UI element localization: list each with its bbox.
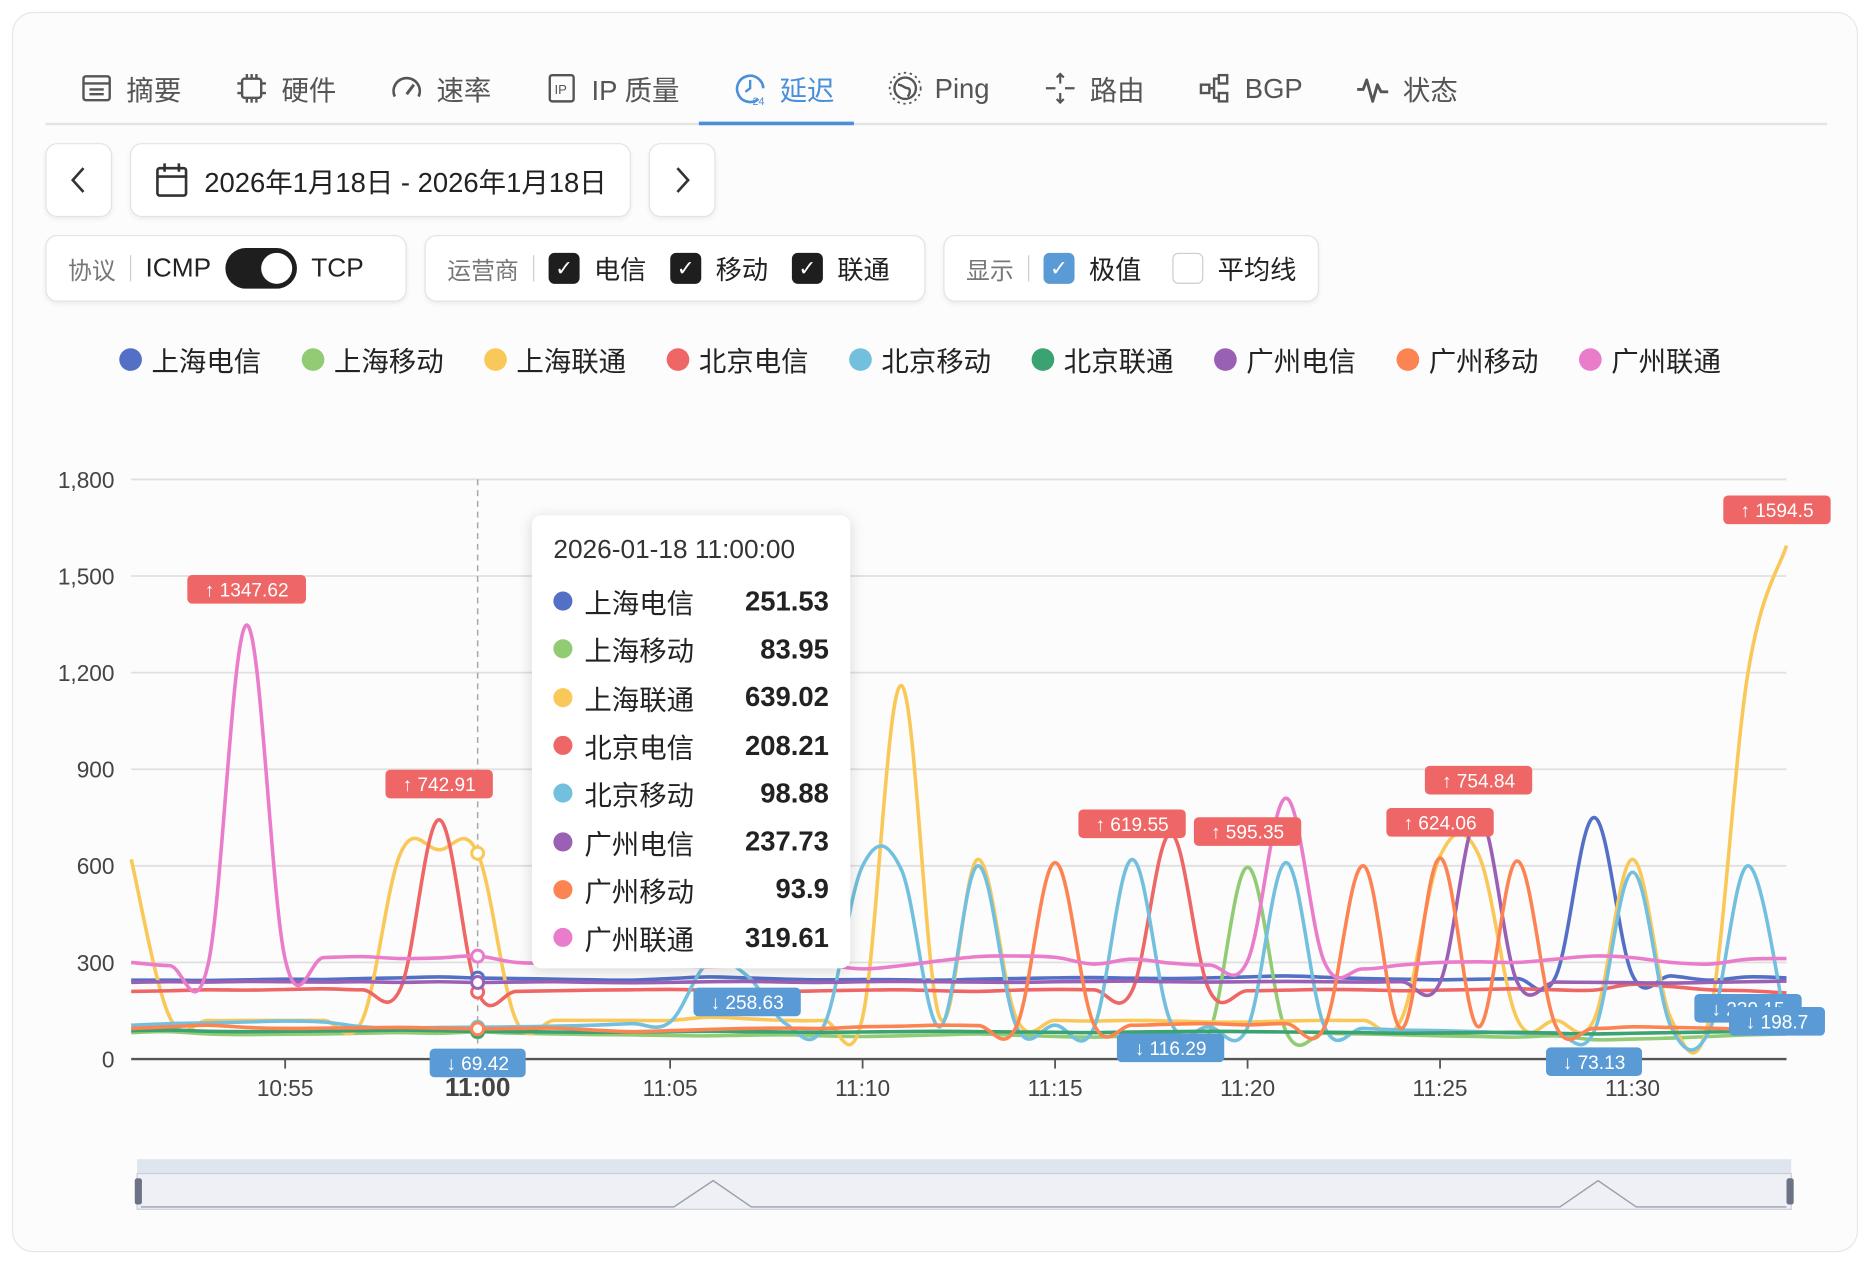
y-tick-label: 1,200 [58,660,115,686]
latency-chart: 03006009001,2001,5001,80010:55 11:00 11:05… [58,467,1831,1210]
x-tick-label: 11:05 [643,1075,698,1101]
min-value-marker: ↓ 258.63 [693,987,801,1017]
y-tick-label: 600 [77,853,115,879]
series-line [131,815,1787,992]
max-value-marker: ↑ 624.06 [1386,807,1494,837]
tooltip-series-value: 208.21 [744,729,829,761]
tooltip-row: 广州移动 93.9 [553,866,829,914]
marker-label: ↑ 619.55 [1095,815,1168,836]
marker-label: ↓ 258.63 [711,993,784,1014]
tooltip-series-name: 上海电信 [584,588,695,620]
datazoom-top-bar [137,1159,1792,1174]
marker-label: ↓ 69.42 [446,1054,509,1075]
chart-tooltip: 2026-01-18 11:00:00 上海电信 251.53 上海移动 83.95 上… [531,515,851,969]
min-value-marker: ↓ 73.13 [1546,1047,1643,1077]
tooltip-series-value: 93.9 [775,873,829,905]
marker-label: ↑ 1594.5 [1740,501,1813,522]
tooltip-title: 2026-01-18 11:00:00 [553,534,796,565]
tooltip-series-name: 广州联通 [584,924,695,956]
y-tick-label: 0 [102,1046,115,1072]
y-tick-label: 300 [77,950,115,976]
series-dot-icon [553,735,573,755]
tooltip-series-value: 83.95 [760,633,829,665]
series-dot-icon [553,831,573,852]
tooltip-series-value: 237.73 [744,825,829,857]
tooltip-series-name: 上海联通 [584,684,695,716]
marker-label: ↓ 116.29 [1135,1039,1207,1060]
tooltip-row: 北京移动 98.88 [553,769,829,817]
tooltip-row: 上海电信 251.53 [553,577,829,625]
series-dot-icon [553,687,573,707]
tooltip-series-name: 广州移动 [584,876,695,908]
tooltip-series-value: 639.02 [744,681,829,713]
datazoom-right-handle[interactable] [1786,1178,1794,1205]
tooltip-series-name: 上海移动 [584,636,695,668]
hover-point [470,975,486,990]
hover-point [470,1021,486,1037]
tooltip-series-value: 319.61 [744,921,829,953]
tooltip-row: 上海移动 83.95 [553,625,829,673]
marker-label: ↑ 742.91 [403,775,476,796]
series-dot-icon [553,639,573,659]
x-tick-label: 11:15 [1028,1075,1083,1101]
x-tick-label: 11:10 [835,1075,890,1101]
y-tick-label: 1,500 [58,563,115,589]
max-value-marker: ↑ 619.55 [1078,809,1186,839]
marker-label: ↓ 198.7 [1746,1012,1809,1033]
x-tick-label: 11:30 [1605,1075,1660,1101]
marker-label: ↑ 595.35 [1211,823,1284,844]
x-tick-label: 11:25 [1413,1075,1468,1101]
hover-point [470,845,486,861]
datazoom-left-handle[interactable] [134,1178,142,1205]
series-dot-icon [553,783,573,804]
tooltip-series-name: 广州电信 [584,828,695,860]
tooltip-series-name: 北京移动 [584,780,695,812]
tooltip-row: 广州电信 237.73 [553,818,829,866]
max-value-marker: ↑ 1347.62 [187,575,307,604]
max-value-marker: ↑ 742.91 [385,769,493,799]
tooltip-series-value: 251.53 [744,585,829,617]
x-tick-label: 10:55 [257,1075,314,1101]
min-value-marker: ↓ 69.42 [429,1048,526,1078]
datazoom-track [136,1172,1792,1210]
series-dot-icon [553,591,573,611]
series-dot-icon [553,880,573,900]
tooltip-series-name: 北京电信 [584,732,695,764]
marker-label: ↓ 73.13 [1563,1053,1626,1074]
tooltip-row: 北京电信 208.21 [553,721,829,769]
series-line [131,814,1787,998]
tooltip-row: 上海联通 639.02 [553,673,829,721]
y-tick-label: 900 [77,757,115,783]
max-value-marker: ↑ 1594.5 [1723,495,1831,525]
marker-label: ↑ 1347.62 [205,580,289,601]
series-dot-icon [553,928,573,948]
marker-label: ↑ 624.06 [1403,813,1476,834]
min-value-marker: ↓ 116.29 [1116,1033,1225,1063]
min-value-marker: ↓ 198.7 [1728,1006,1825,1036]
y-tick-label: 1,800 [58,467,115,493]
x-tick-label: 11:20 [1220,1075,1275,1101]
marker-label: ↑ 754.84 [1442,771,1516,792]
max-value-marker: ↑ 595.35 [1193,817,1302,846]
tooltip-series-value: 98.88 [760,777,829,809]
max-value-marker: ↑ 754.84 [1424,765,1533,795]
hover-point [470,948,486,964]
tooltip-row: 广州联通 319.61 [553,914,829,962]
